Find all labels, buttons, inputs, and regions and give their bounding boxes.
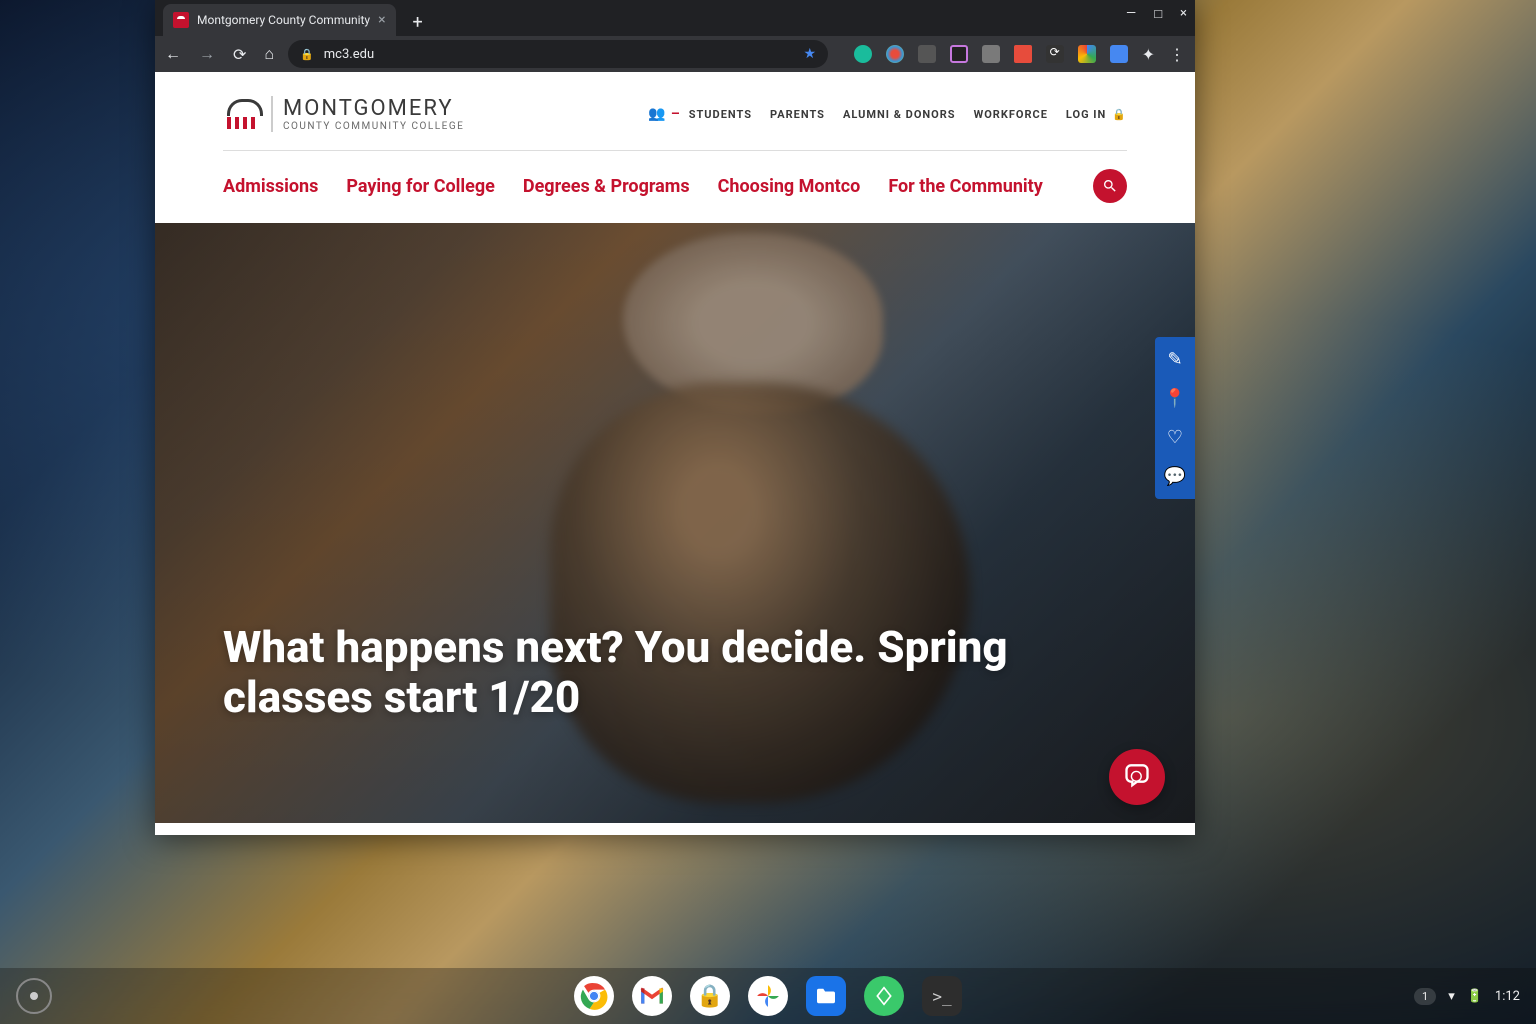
app-icon[interactable]: 🔒 <box>690 976 730 1016</box>
bookmark-star-icon[interactable]: ★ <box>804 46 817 62</box>
chrome-app-icon[interactable] <box>574 976 614 1016</box>
browser-tab[interactable]: Montgomery County Community × <box>163 4 396 36</box>
visit-pin-icon[interactable]: 📍 <box>1164 388 1186 409</box>
address-bar[interactable]: 🔒 mc3.edu ★ <box>288 40 828 68</box>
nav-parents[interactable]: PARENTS <box>770 108 825 121</box>
browser-window: Montgomery County Community × + — □ × ← … <box>155 0 1195 835</box>
home-button[interactable]: ⌂ <box>264 44 274 64</box>
favicon-icon <box>173 12 189 28</box>
extension-icons: ⟳ ✦ ⋮ <box>854 45 1185 64</box>
nav-admissions[interactable]: Admissions <box>223 176 318 197</box>
close-window-button[interactable]: × <box>1180 6 1187 22</box>
apply-icon[interactable]: ✎ <box>1167 349 1182 370</box>
search-button[interactable] <box>1093 169 1127 203</box>
app-icon[interactable] <box>864 976 904 1016</box>
extension-icon[interactable] <box>1110 45 1128 63</box>
nav-students[interactable]: STUDENTS <box>689 108 752 121</box>
minimize-button[interactable]: — <box>1126 6 1136 22</box>
browser-toolbar: ← → ⟳ ⌂ 🔒 mc3.edu ★ ⟳ ✦ ⋮ <box>155 36 1195 72</box>
gmail-app-icon[interactable] <box>632 976 672 1016</box>
nav-degrees[interactable]: Degrees & Programs <box>523 176 690 197</box>
lock-icon: 🔒 <box>300 48 314 61</box>
audience-icon: 👥 – <box>648 106 681 122</box>
utility-nav: 👥 – STUDENTS PARENTS ALUMNI & DONORS WOR… <box>648 106 1127 122</box>
main-nav: Admissions Paying for College Degrees & … <box>223 169 1127 223</box>
extension-icon[interactable] <box>1078 45 1096 63</box>
hero-section: What happens next? You decide. Spring cl… <box>155 223 1195 823</box>
window-controls: — □ × <box>1126 6 1187 22</box>
url-text: mc3.edu <box>324 47 374 62</box>
tab-title: Montgomery County Community <box>197 13 370 27</box>
maximize-button[interactable]: □ <box>1154 6 1162 22</box>
logo-mark-icon <box>223 99 261 129</box>
back-button[interactable]: ← <box>165 44 181 64</box>
extension-icon[interactable] <box>886 45 904 63</box>
wifi-icon: ▾ <box>1448 989 1455 1004</box>
forward-button[interactable]: → <box>199 44 215 64</box>
nav-workforce[interactable]: WORKFORCE <box>974 108 1048 121</box>
extension-icon[interactable] <box>918 45 936 63</box>
hero-title: What happens next? You decide. Spring cl… <box>223 622 1073 723</box>
extension-icon[interactable]: ⟳ <box>1046 45 1064 63</box>
nav-paying[interactable]: Paying for College <box>346 176 495 197</box>
tab-bar: Montgomery County Community × + — □ × <box>155 0 1195 36</box>
page-content: MONTGOMERY COUNTY COMMUNITY COLLEGE 👥 – … <box>155 72 1195 835</box>
logo-text: MONTGOMERY COUNTY COMMUNITY COLLEGE <box>271 96 464 132</box>
notification-count[interactable]: 1 <box>1414 988 1436 1005</box>
files-app-icon[interactable] <box>806 976 846 1016</box>
reload-button[interactable]: ⟳ <box>233 45 246 64</box>
battery-icon: 🔋 <box>1467 989 1483 1004</box>
browser-menu-button[interactable]: ⋮ <box>1169 45 1185 64</box>
search-icon <box>1102 178 1118 194</box>
header-divider <box>223 150 1127 151</box>
shelf-apps: 🔒 >_ <box>574 976 962 1016</box>
extension-icon[interactable] <box>950 45 968 63</box>
chat-bubble-icon[interactable]: 💬 <box>1164 466 1186 487</box>
nav-buttons: ← → ⟳ ⌂ <box>165 44 274 64</box>
extensions-puzzle-icon[interactable]: ✦ <box>1142 45 1155 64</box>
extension-icon[interactable] <box>1014 45 1032 63</box>
logo-line1: MONTGOMERY <box>283 96 464 121</box>
favorite-heart-icon[interactable]: ♡ <box>1167 427 1183 448</box>
nav-alumni[interactable]: ALUMNI & DONORS <box>843 108 956 121</box>
site-header: MONTGOMERY COUNTY COMMUNITY COLLEGE 👥 – … <box>155 72 1195 223</box>
status-tray[interactable]: 1 ▾ 🔋 1:12 <box>1414 988 1520 1005</box>
side-rail: ✎ 📍 ♡ 💬 <box>1155 337 1195 499</box>
nav-choosing[interactable]: Choosing Montco <box>718 176 861 197</box>
launcher-button[interactable] <box>16 978 52 1014</box>
logo-line2: COUNTY COMMUNITY COLLEGE <box>283 121 464 132</box>
close-tab-icon[interactable]: × <box>378 12 385 28</box>
photos-app-icon[interactable] <box>748 976 788 1016</box>
nav-community[interactable]: For the Community <box>888 176 1043 197</box>
chat-fab-button[interactable] <box>1109 749 1165 805</box>
extension-icon[interactable] <box>854 45 872 63</box>
clock: 1:12 <box>1495 989 1520 1004</box>
login-lock-icon: 🔒 <box>1112 108 1127 121</box>
extension-icon[interactable] <box>982 45 1000 63</box>
chat-icon <box>1123 763 1151 791</box>
new-tab-button[interactable]: + <box>404 8 432 36</box>
terminal-app-icon[interactable]: >_ <box>922 976 962 1016</box>
nav-login[interactable]: LOG IN <box>1066 108 1106 121</box>
site-logo[interactable]: MONTGOMERY COUNTY COMMUNITY COLLEGE <box>223 96 464 132</box>
chromeos-shelf: 🔒 >_ 1 ▾ 🔋 1:12 <box>0 968 1536 1024</box>
